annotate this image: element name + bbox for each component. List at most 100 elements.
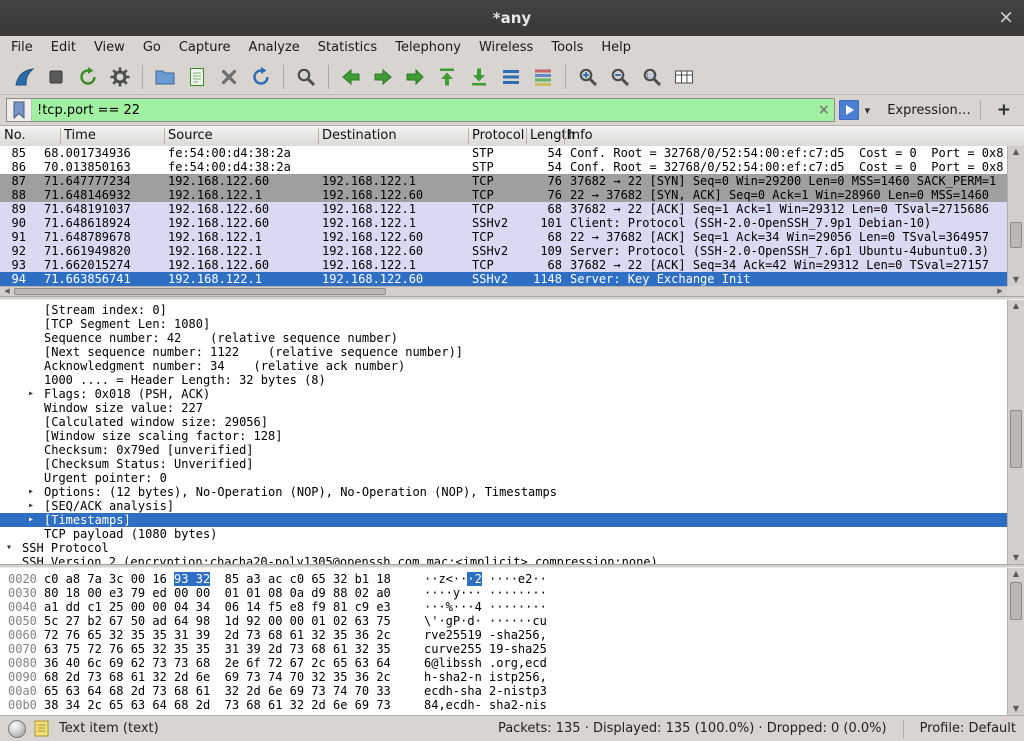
open-file-icon[interactable]	[152, 64, 178, 90]
column-separator[interactable]	[468, 128, 469, 144]
detail-line[interactable]: [Next sequence number: 1122 (relative se…	[0, 345, 1007, 359]
zoom-original-icon[interactable]: 1:1	[639, 64, 665, 90]
detail-line[interactable]: ▸Flags: 0x018 (PSH, ACK)	[0, 387, 1007, 401]
scroll-down-icon[interactable]: ▼	[1008, 274, 1024, 286]
hex-row[interactable]: 00b038 34 2c 65 63 64 68 2d 73 68 61 32 …	[0, 698, 1024, 712]
scroll-up-icon[interactable]: ▲	[1008, 146, 1024, 158]
menu-capture[interactable]: Capture	[170, 37, 240, 58]
column-separator[interactable]	[164, 128, 165, 144]
go-back-icon[interactable]	[338, 64, 364, 90]
detail-line[interactable]: TCP payload (1080 bytes)	[0, 527, 1007, 541]
go-forward-icon[interactable]	[370, 64, 396, 90]
packet-row[interactable]: 9471.663856741192.168.122.1192.168.122.6…	[0, 272, 1024, 286]
packet-row[interactable]: 8670.013850163fe:54:00:d4:38:2aSTP54Conf…	[0, 160, 1024, 174]
filter-field[interactable]: !tcp.port == 22 ×	[6, 98, 835, 122]
packet-list-vscrollbar[interactable]: ▲ ▼	[1007, 146, 1024, 286]
menu-wireless[interactable]: Wireless	[470, 37, 542, 58]
column-header-source[interactable]: Source	[168, 128, 213, 143]
expert-info-icon[interactable]	[8, 720, 26, 738]
zoom-out-icon[interactable]	[607, 64, 633, 90]
expression-button[interactable]: Expression…	[887, 103, 971, 118]
scroll-down-icon[interactable]: ▼	[1008, 703, 1024, 715]
filter-apply-button[interactable]	[838, 99, 860, 121]
packet-row[interactable]: 9271.661949820192.168.122.1192.168.122.6…	[0, 244, 1024, 258]
restart-capture-icon[interactable]	[75, 64, 101, 90]
hscrollbar-thumb[interactable]	[14, 288, 386, 295]
scroll-up-icon[interactable]: ▲	[1008, 300, 1024, 312]
detail-line[interactable]: [Stream index: 0]	[0, 303, 1007, 317]
column-header-info[interactable]: Info	[568, 128, 593, 143]
details-vscrollbar[interactable]: ▲ ▼	[1007, 300, 1024, 564]
detail-line[interactable]: Sequence number: 42 (relative sequence n…	[0, 331, 1007, 345]
capture-options-icon[interactable]	[107, 64, 133, 90]
menu-file[interactable]: File	[2, 37, 42, 58]
go-first-packet-icon[interactable]	[434, 64, 460, 90]
expander-closed-icon[interactable]: ▸	[28, 499, 34, 513]
hex-row[interactable]: 0020c0 a8 7a 3c 00 16 93 32 85 a3 ac c0 …	[0, 572, 1024, 586]
detail-line[interactable]: Checksum: 0x79ed [unverified]	[0, 443, 1007, 457]
filter-input[interactable]: !tcp.port == 22	[32, 103, 814, 118]
detail-line[interactable]: Window size value: 227	[0, 401, 1007, 415]
filter-bookmark-icon[interactable]	[7, 99, 32, 121]
packet-row[interactable]: 8568.001734936fe:54:00:d4:38:2aSTP54Conf…	[0, 146, 1024, 160]
expander-open-icon[interactable]: ▾	[6, 541, 12, 555]
detail-line[interactable]: ▸[SEQ/ACK analysis]	[0, 499, 1007, 513]
packet-list-hscrollbar[interactable]: ◀ ▶	[0, 286, 1007, 296]
detail-line[interactable]: 1000 .... = Header Length: 32 bytes (8)	[0, 373, 1007, 387]
column-separator[interactable]	[564, 128, 565, 144]
detail-line[interactable]: ▸Options: (12 bytes), No-Operation (NOP)…	[0, 485, 1007, 499]
scroll-left-icon[interactable]: ◀	[1, 287, 13, 296]
title-bar[interactable]: *any ×	[0, 0, 1024, 37]
hex-row[interactable]: 0040a1 dd c1 25 00 00 04 34 06 14 f5 e8 …	[0, 600, 1024, 614]
hex-row[interactable]: 003080 18 00 e3 79 ed 00 00 01 01 08 0a …	[0, 586, 1024, 600]
detail-line[interactable]: SSH Version 2 (encryption:chacha20-poly1…	[0, 555, 1007, 564]
add-filter-button[interactable]: +	[990, 100, 1018, 120]
find-packet-icon[interactable]	[293, 64, 319, 90]
expander-closed-icon[interactable]: ▸	[28, 513, 34, 527]
details-scroll-thumb[interactable]	[1010, 410, 1022, 468]
column-separator[interactable]	[318, 128, 319, 144]
hex-row[interactable]: 007063 75 72 76 65 32 35 35 31 39 2d 73 …	[0, 642, 1024, 656]
menu-telephony[interactable]: Telephony	[386, 37, 470, 58]
expander-closed-icon[interactable]: ▸	[28, 387, 34, 401]
menu-go[interactable]: Go	[134, 37, 170, 58]
auto-scroll-icon[interactable]	[498, 64, 524, 90]
hex-row[interactable]: 00a065 63 64 68 2d 73 68 61 32 2d 6e 69 …	[0, 684, 1024, 698]
colorize-packets-icon[interactable]	[530, 64, 556, 90]
hex-scroll-thumb[interactable]	[1010, 582, 1022, 620]
detail-line[interactable]: Urgent pointer: 0	[0, 471, 1007, 485]
hex-row[interactable]: 008036 40 6c 69 62 73 73 68 2e 6f 72 67 …	[0, 656, 1024, 670]
column-header-destination[interactable]: Destination	[322, 128, 397, 143]
menu-edit[interactable]: Edit	[42, 37, 85, 58]
packet-row[interactable]: 8771.647777234192.168.122.60192.168.122.…	[0, 174, 1024, 188]
column-separator[interactable]	[526, 128, 527, 144]
menu-help[interactable]: Help	[592, 37, 640, 58]
detail-line[interactable]: [Calculated window size: 29056]	[0, 415, 1007, 429]
save-file-icon[interactable]	[184, 64, 210, 90]
column-header-protocol[interactable]: Protocol	[472, 128, 524, 143]
expander-closed-icon[interactable]: ▸	[28, 485, 34, 499]
packet-list-scroll-thumb[interactable]	[1010, 222, 1022, 248]
scroll-down-icon[interactable]: ▼	[1008, 552, 1024, 564]
menu-statistics[interactable]: Statistics	[309, 37, 386, 58]
start-capture-icon[interactable]	[11, 64, 37, 90]
detail-line[interactable]: Acknowledgment number: 34 (relative ack …	[0, 359, 1007, 373]
packet-row[interactable]: 9071.648618924192.168.122.60192.168.122.…	[0, 216, 1024, 230]
detail-line[interactable]: ▾SSH Protocol	[0, 541, 1007, 555]
packet-row[interactable]: 9171.648789678192.168.122.1192.168.122.6…	[0, 230, 1024, 244]
menu-analyze[interactable]: Analyze	[240, 37, 309, 58]
capture-comment-icon[interactable]	[34, 720, 49, 737]
menu-view[interactable]: View	[85, 37, 134, 58]
close-file-icon[interactable]	[216, 64, 242, 90]
filter-dropdown-icon[interactable]: ▾	[859, 104, 875, 117]
reload-file-icon[interactable]	[248, 64, 274, 90]
packet-row[interactable]: 8971.648191037192.168.122.60192.168.122.…	[0, 202, 1024, 216]
menu-tools[interactable]: Tools	[542, 37, 592, 58]
scroll-right-icon[interactable]: ▶	[994, 287, 1006, 296]
go-last-packet-icon[interactable]	[466, 64, 492, 90]
zoom-in-icon[interactable]	[575, 64, 601, 90]
filter-clear-icon[interactable]: ×	[814, 102, 834, 118]
detail-line[interactable]: [Checksum Status: Unverified]	[0, 457, 1007, 471]
hex-vscrollbar[interactable]: ▲ ▼	[1007, 568, 1024, 715]
scroll-up-icon[interactable]: ▲	[1008, 568, 1024, 580]
